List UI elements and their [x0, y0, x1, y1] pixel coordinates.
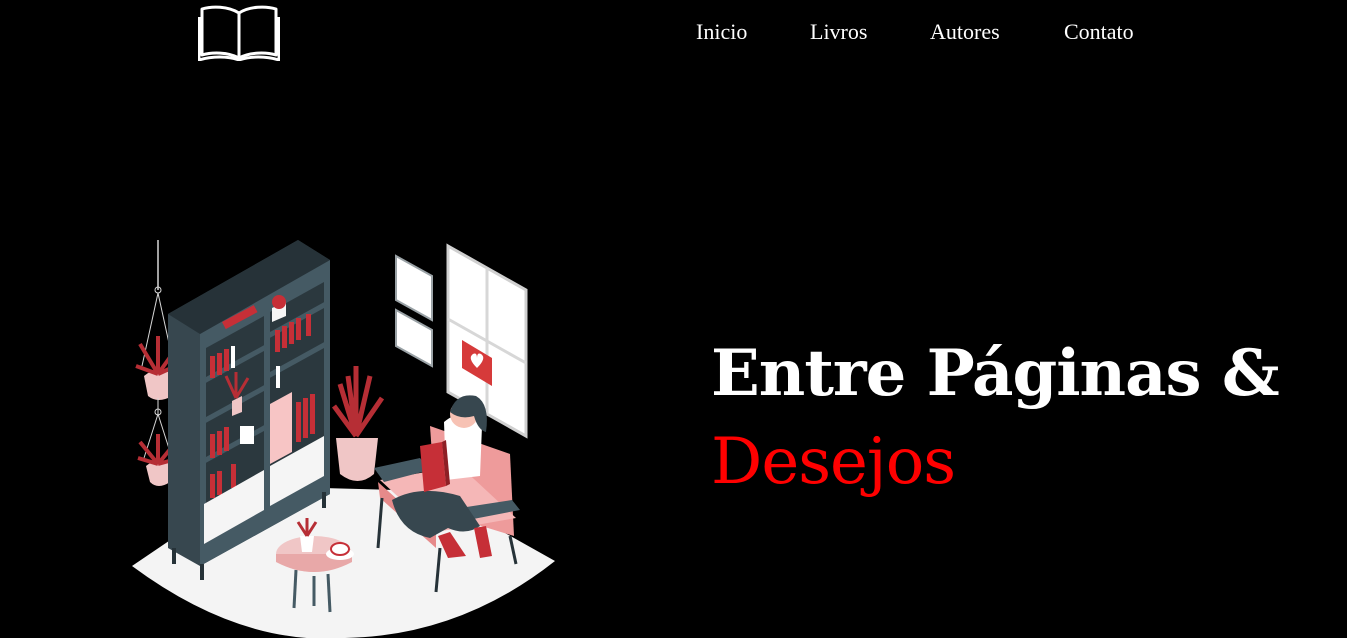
hero-title-line1: Entre Páginas &	[711, 336, 1280, 411]
nav-link-contato[interactable]: Contato	[1064, 17, 1134, 47]
nav-link-inicio[interactable]: Inicio	[696, 17, 747, 47]
hero-illustration	[132, 240, 555, 638]
hero-title-line2: Desejos	[711, 425, 956, 499]
nav-link-livros[interactable]: Livros	[810, 17, 867, 47]
nav-link-autores[interactable]: Autores	[930, 17, 1000, 47]
main-nav: Inicio Livros Autores Contato	[0, 17, 1347, 47]
hero-title: Entre Páginas & Desejos	[711, 330, 1331, 506]
